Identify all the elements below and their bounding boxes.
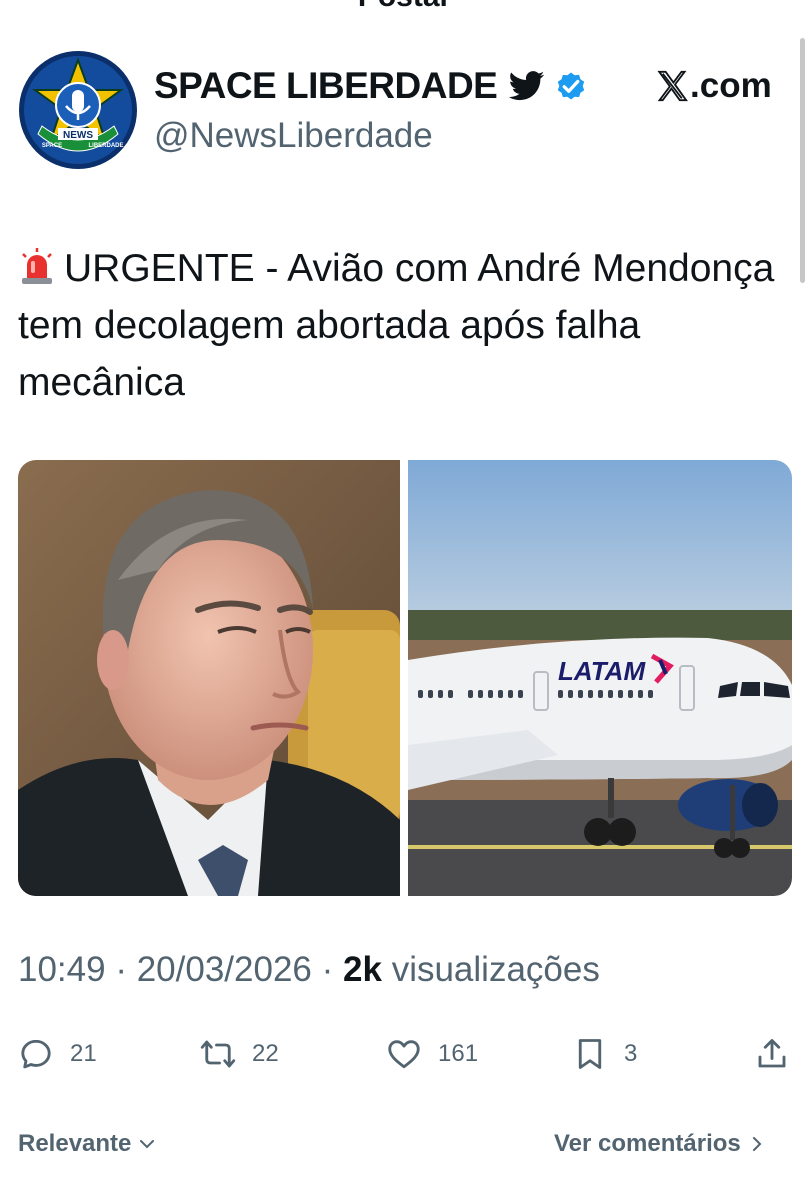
reply-icon bbox=[21, 1039, 51, 1069]
like-button[interactable]: 161 bbox=[386, 1034, 478, 1074]
view-comments-label: Ver comentários bbox=[554, 1130, 741, 1157]
author-handle[interactable]: @NewsLiberdade bbox=[154, 116, 433, 156]
views-count: 2k bbox=[343, 950, 382, 989]
chevron-down-icon bbox=[140, 1140, 155, 1149]
x-source-domain: .com bbox=[690, 66, 772, 105]
twitter-bird-icon bbox=[509, 71, 545, 101]
heart-icon bbox=[388, 1040, 420, 1069]
reply-button[interactable]: 21 bbox=[18, 1034, 97, 1074]
x-source-label: .com bbox=[655, 64, 772, 108]
x-logo-icon bbox=[657, 70, 688, 102]
post-image-airplane[interactable]: LATAM bbox=[408, 460, 792, 896]
post-time: 10:49 bbox=[18, 950, 106, 989]
view-comments-link[interactable]: Ver comentários bbox=[554, 1130, 767, 1158]
sort-dropdown[interactable]: Relevante bbox=[18, 1130, 157, 1158]
post-text-block: URGENTE - Avião com André Mendonça tem d… bbox=[18, 240, 788, 411]
avatar-news-text: NEWS bbox=[63, 130, 93, 141]
author-name-row[interactable]: SPACE LIBERDADE bbox=[154, 64, 589, 108]
sort-label: Relevante bbox=[18, 1130, 132, 1157]
share-button[interactable] bbox=[754, 1034, 790, 1074]
like-count: 161 bbox=[438, 1040, 479, 1067]
top-bar: Postar bbox=[0, 0, 809, 12]
post-image-portrait[interactable] bbox=[18, 460, 400, 896]
page-title: Postar bbox=[0, 0, 809, 12]
avatar-space-text: SPACE bbox=[42, 143, 62, 149]
post-meta: 10:49 · 20/03/2026 · 2k visualizações bbox=[18, 950, 600, 989]
avatar-liberdade-text: LIBERDADE bbox=[88, 143, 123, 149]
views-label: visualizações bbox=[391, 950, 600, 989]
avatar[interactable]: NEWS SPACE LIBERDADE bbox=[18, 50, 138, 170]
post-date: 20/03/2026 bbox=[136, 950, 312, 989]
repost-button[interactable]: 22 bbox=[200, 1034, 279, 1074]
bookmark-icon bbox=[578, 1039, 602, 1069]
bookmark-button[interactable]: 3 bbox=[572, 1034, 637, 1074]
verified-badge-icon bbox=[558, 72, 585, 100]
scrollbar[interactable] bbox=[800, 38, 805, 283]
share-icon bbox=[758, 1039, 786, 1068]
reply-count: 21 bbox=[70, 1040, 97, 1067]
author-name: SPACE LIBERDADE bbox=[154, 65, 498, 106]
repost-icon bbox=[200, 1040, 236, 1068]
siren-emoji-icon bbox=[22, 248, 52, 284]
latam-logo-text: LATAM bbox=[558, 656, 646, 686]
repost-count: 22 bbox=[252, 1040, 279, 1067]
post-text: URGENTE - Avião com André Mendonça tem d… bbox=[18, 247, 775, 404]
chevron-right-icon bbox=[752, 1137, 762, 1151]
bookmark-count: 3 bbox=[624, 1040, 638, 1067]
